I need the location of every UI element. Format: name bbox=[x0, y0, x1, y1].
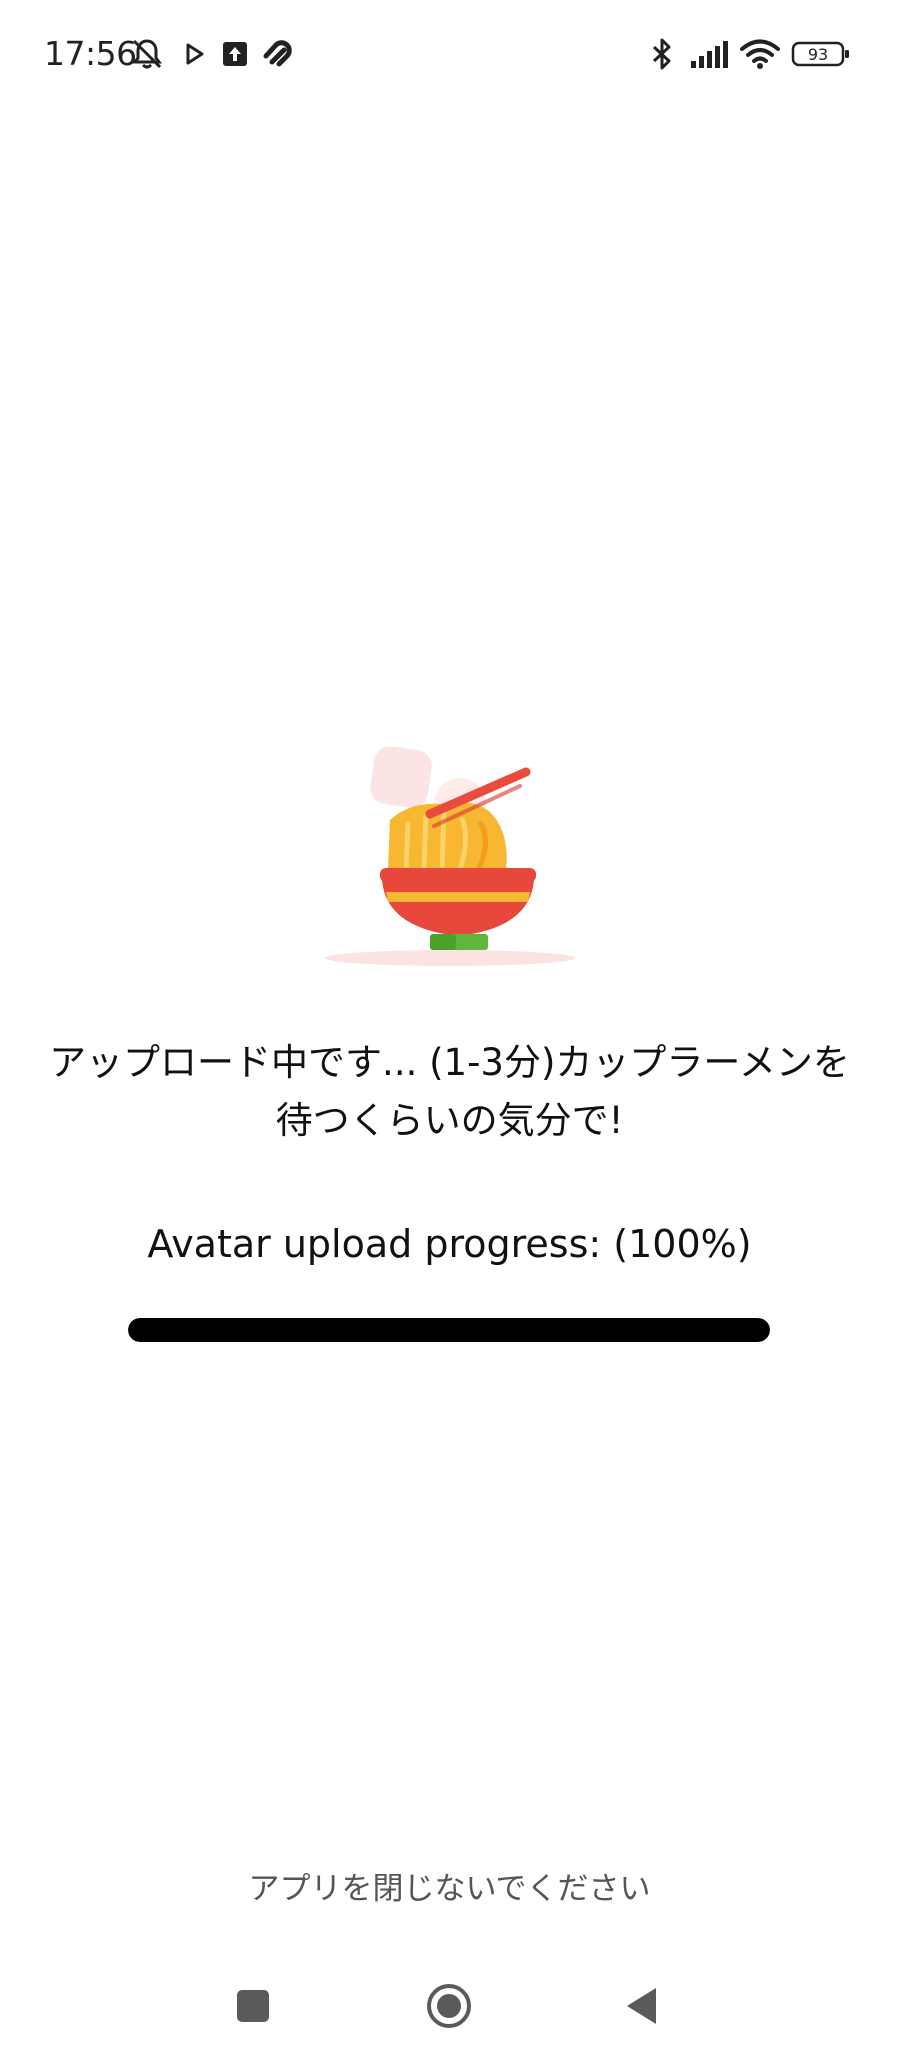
recents-button[interactable] bbox=[213, 1966, 293, 2046]
progress-label: Avatar upload progress: (100%) bbox=[147, 1222, 752, 1266]
home-button[interactable] bbox=[409, 1966, 489, 2046]
status-bar: 17:56 93 bbox=[0, 0, 899, 106]
battery-icon: 93 bbox=[790, 34, 852, 74]
signal-icon bbox=[688, 34, 730, 74]
wifi-icon bbox=[738, 34, 782, 74]
battery-level: 93 bbox=[808, 45, 828, 64]
upload-icon bbox=[220, 34, 250, 74]
bluetooth-icon bbox=[646, 34, 678, 74]
back-button[interactable] bbox=[602, 1966, 682, 2046]
ramen-bowl-icon bbox=[320, 742, 580, 972]
upload-progress-bar bbox=[128, 1318, 770, 1342]
status-time: 17:56 bbox=[44, 34, 137, 73]
home-icon bbox=[427, 1984, 471, 2028]
app-notification-icon bbox=[260, 34, 296, 74]
upload-message: アップロード中です... (1-3分)カップラーメンを待つくらいの気分で! bbox=[49, 1041, 850, 1142]
back-icon bbox=[627, 1988, 656, 2024]
upload-progress-fill bbox=[128, 1318, 770, 1342]
notifications-muted-icon bbox=[128, 34, 166, 74]
recents-icon bbox=[237, 1990, 269, 2022]
play-icon bbox=[180, 34, 210, 74]
footer-note: アプリを閉じないでください bbox=[248, 1871, 651, 1907]
